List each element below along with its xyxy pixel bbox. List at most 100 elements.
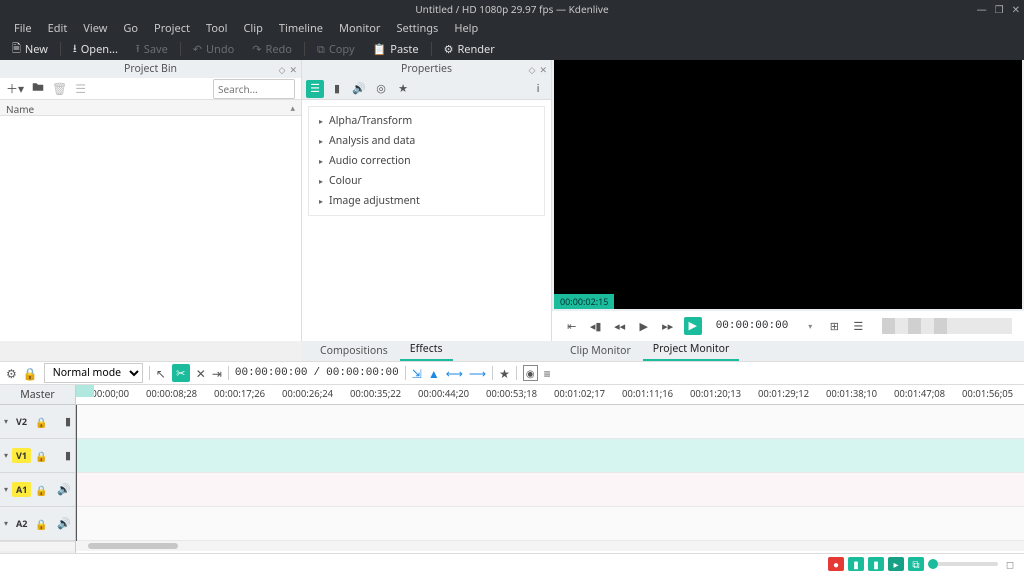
timeline-cursor-time[interactable]: 00:00:00:00 [235,367,308,379]
playhead[interactable] [76,405,77,541]
status-box-2[interactable]: ▮ [868,557,884,571]
float-icon[interactable]: ◇ [279,63,286,76]
lock-icon[interactable]: 🔒 [23,365,38,382]
track-header-a1[interactable]: ▾ A1 🔒 🔊 [0,473,75,507]
close-panel-icon[interactable]: ✕ [539,63,547,76]
status-box-4[interactable]: ⧉ [908,557,924,571]
snap-button[interactable]: ⇥ [212,365,222,382]
bin-list-header[interactable]: Name ▴ [0,100,301,116]
new-button[interactable]: 🗎New [4,38,56,61]
favorite-icon[interactable]: ★ [499,365,510,382]
minimize-button[interactable]: — [977,2,987,16]
go-start-button[interactable]: ⇤ [564,319,580,334]
monitor-caret-icon[interactable]: ▾ [802,321,818,332]
add-folder-button[interactable] [32,80,44,97]
float-icon[interactable]: ◇ [529,63,536,76]
razor-tool-button[interactable]: ✂ [172,364,190,382]
video-effects-icon[interactable]: ▮ [328,80,346,98]
selection-tool-button[interactable]: ↖ [156,365,166,382]
audio-effects-icon[interactable]: 🔊 [350,80,368,98]
tab-project-monitor[interactable]: Project Monitor [643,339,740,361]
audio-icon[interactable]: 🔊 [57,516,71,531]
video-icon[interactable]: ▮ [65,448,71,463]
close-panel-icon[interactable]: ✕ [289,63,297,76]
preview-render-icon[interactable]: ◉ [523,365,538,381]
lock-icon[interactable]: 🔒 [35,449,47,463]
effect-category[interactable]: ▸Analysis and data [309,131,544,151]
effect-category[interactable]: ▸Audio correction [309,151,544,171]
audio-icon[interactable]: 🔊 [57,482,71,497]
monitor-view[interactable]: 00:00:02:15 [554,60,1022,309]
forward-button[interactable]: ▸▸ [660,319,676,334]
tag-button[interactable]: ☰ [75,80,86,97]
effect-category[interactable]: ▸Image adjustment [309,191,544,211]
menu-go[interactable]: Go [115,21,146,36]
track-body[interactable]: 00:00:00;00 00:00:08;28 00:00:17;26 00:0… [76,385,1024,553]
paste-button[interactable]: 📋Paste [365,40,427,59]
undo-button[interactable]: ↶Undo [185,40,242,59]
status-box-3[interactable]: ▸ [888,557,904,571]
track-a2[interactable] [76,507,1024,541]
timeline-ruler[interactable]: 00:00:00;00 00:00:08;28 00:00:17;26 00:0… [76,385,1024,405]
spacer-tool-button[interactable]: ✕ [196,365,206,382]
maximize-button[interactable]: ❐ [995,2,1004,16]
lock-icon[interactable]: 🔒 [35,483,47,497]
zoom-slider-thumb[interactable] [928,559,938,569]
menu-clip[interactable]: Clip [235,21,270,36]
playhead-marker[interactable] [76,385,94,397]
search-input[interactable] [213,79,295,99]
track-a1[interactable] [76,473,1024,507]
monitor-thumbnail-strip[interactable] [882,318,1012,334]
custom-effects-icon[interactable]: ◎ [372,80,390,98]
menu-view[interactable]: View [75,21,115,36]
effect-category[interactable]: ▸Colour [309,171,544,191]
menu-help[interactable]: Help [446,21,486,36]
zone-in-icon[interactable]: ⇲ [412,365,422,382]
master-track-button[interactable]: Master [0,385,75,405]
effect-category[interactable]: ▸Alpha/Transform [309,111,544,131]
save-button[interactable]: ⭱Save [128,38,176,61]
play-button[interactable]: ▶ [636,319,652,334]
grid-icon[interactable]: ⊞ [826,319,842,334]
track-header-v1[interactable]: ▾ V1 🔒 ▮ [0,439,75,473]
video-icon[interactable]: ▮ [65,414,71,429]
menu-edit[interactable]: Edit [40,21,76,36]
properties-header[interactable]: Properties ◇✕ [302,60,551,78]
options-icon[interactable]: ≡ [544,365,551,382]
zoom-slider[interactable] [928,562,998,566]
menu-file[interactable]: File [6,21,40,36]
timeline-scrollbar[interactable] [76,541,1024,551]
menu-tool[interactable]: Tool [198,21,236,36]
track-header-v2[interactable]: ▾ V2 🔒 ▮ [0,405,75,439]
overwrite-icon[interactable]: ⟷ [446,365,463,382]
menu-timeline[interactable]: Timeline [271,21,331,36]
menu-project[interactable]: Project [146,21,198,36]
track-v2[interactable] [76,405,1024,439]
tracks-area[interactable] [76,405,1024,541]
tab-clip-monitor[interactable]: Clip Monitor [560,341,641,361]
prev-point-button[interactable]: ◂▮ [588,319,604,334]
track-header-a2[interactable]: ▾ A2 🔒 🔊 [0,507,75,541]
lock-icon[interactable]: 🔒 [35,517,47,531]
favorite-effects-icon[interactable]: ★ [394,80,412,98]
close-button[interactable]: ✕ [1012,2,1020,16]
effects-main-button[interactable]: ☰ [306,80,324,98]
play-zone-button[interactable]: ▶ [684,317,702,335]
record-indicator[interactable]: ● [828,557,844,571]
lock-icon[interactable]: 🔒 [35,415,47,429]
monitor-timecode[interactable]: 00:00:00:00 [716,320,789,332]
edit-mode-select[interactable]: Normal mode [44,363,143,383]
info-icon[interactable]: ℹ [529,80,547,98]
track-v1[interactable] [76,439,1024,473]
gear-icon[interactable]: ⚙ [6,365,17,382]
insert-icon[interactable]: ⟶ [469,365,486,382]
delete-clip-button[interactable]: 🗑 [52,80,67,97]
tab-compositions[interactable]: Compositions [310,341,398,361]
redo-button[interactable]: ↷Redo [244,40,300,59]
zoom-fit-icon[interactable]: ◻ [1002,557,1018,571]
tab-effects[interactable]: Effects [400,339,453,361]
scrollbar-thumb[interactable] [88,543,178,549]
list-icon[interactable]: ☰ [850,319,866,334]
add-clip-button[interactable]: ＋▾ [6,80,24,97]
menu-settings[interactable]: Settings [388,21,446,36]
